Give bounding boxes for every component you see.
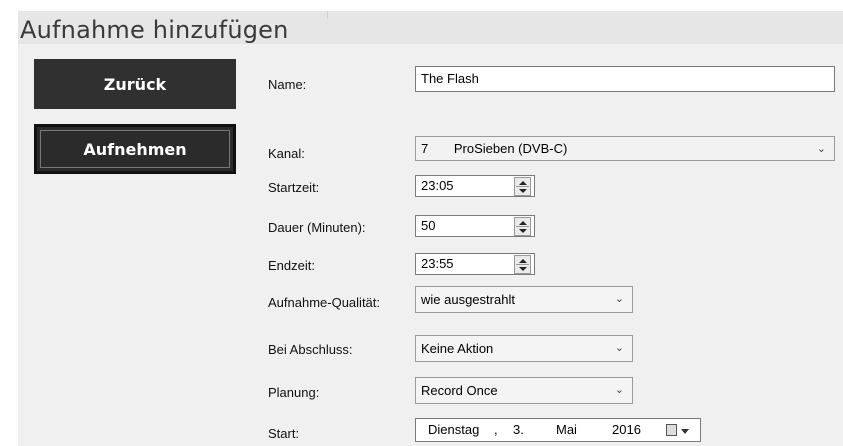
page-header: Aufnahme hinzufügen — [18, 11, 843, 44]
spin-up-icon[interactable] — [519, 221, 527, 225]
chevron-down-icon: ⌄ — [816, 143, 826, 155]
name-input[interactable]: The Flash — [415, 66, 835, 92]
date-month[interactable]: Mai — [556, 419, 577, 441]
spin-down-icon[interactable] — [519, 229, 527, 233]
on-complete-value: Keine Aktion — [421, 341, 494, 356]
end-time-spinner[interactable] — [514, 255, 531, 274]
start-date-picker[interactable]: Dienstag , 3. Mai 2016 — [415, 418, 701, 442]
date-separator: , — [494, 422, 498, 437]
duration-label: Dauer (Minuten): — [268, 220, 366, 235]
channel-select[interactable]: 7 ProSieben (DVB-C) ⌄ — [415, 136, 835, 161]
quality-value: wie ausgestrahlt — [421, 292, 515, 307]
quality-label: Aufnahme-Qualität: — [268, 295, 381, 310]
name-label: Name: — [268, 77, 307, 92]
spin-down-icon[interactable] — [519, 189, 527, 193]
chevron-down-icon: ⌄ — [614, 384, 624, 396]
spinner-divider — [516, 186, 529, 187]
back-button[interactable]: Zurück — [34, 59, 236, 109]
duration-spinner[interactable] — [514, 217, 531, 236]
date-year[interactable]: 2016 — [612, 419, 641, 441]
header-divider — [327, 11, 328, 19]
record-button[interactable]: Aufnehmen — [34, 124, 236, 174]
on-complete-select[interactable]: Keine Aktion ⌄ — [415, 335, 633, 362]
channel-number: 7 — [421, 141, 429, 156]
start-time-value: 23:05 — [421, 178, 454, 193]
calendar-icon[interactable] — [666, 424, 677, 436]
spin-up-icon[interactable] — [519, 181, 527, 185]
channel-name: ProSieben (DVB-C) — [453, 141, 568, 156]
quality-select[interactable]: wie ausgestrahlt ⌄ — [415, 286, 633, 313]
end-time-label: Endzeit: — [268, 258, 315, 273]
name-value: The Flash — [421, 71, 479, 86]
schedule-label: Planung: — [268, 385, 320, 400]
form-panel: Zurück Aufnehmen Name: The Flash Kanal: … — [18, 44, 843, 446]
dropdown-arrow-icon[interactable] — [681, 429, 689, 434]
spin-up-icon[interactable] — [519, 259, 527, 263]
on-complete-label: Bei Abschluss: — [268, 342, 353, 357]
chevron-down-icon: ⌄ — [614, 293, 624, 305]
spinner-divider — [516, 226, 529, 227]
spin-down-icon[interactable] — [519, 267, 527, 271]
channel-label: Kanal: — [268, 146, 305, 161]
date-day[interactable]: 3. — [513, 419, 524, 441]
start-time-label: Startzeit: — [268, 180, 320, 195]
end-time-value: 23:55 — [421, 256, 454, 271]
page-title: Aufnahme hinzufügen — [20, 16, 289, 44]
chevron-down-icon: ⌄ — [614, 342, 624, 354]
duration-value: 50 — [421, 218, 436, 233]
spinner-divider — [516, 264, 529, 265]
schedule-value: Record Once — [421, 383, 498, 398]
schedule-select[interactable]: Record Once ⌄ — [415, 377, 633, 404]
start-time-spinner[interactable] — [514, 177, 531, 196]
start-date-label: Start: — [268, 426, 300, 441]
date-weekday[interactable]: Dienstag — [428, 419, 479, 441]
